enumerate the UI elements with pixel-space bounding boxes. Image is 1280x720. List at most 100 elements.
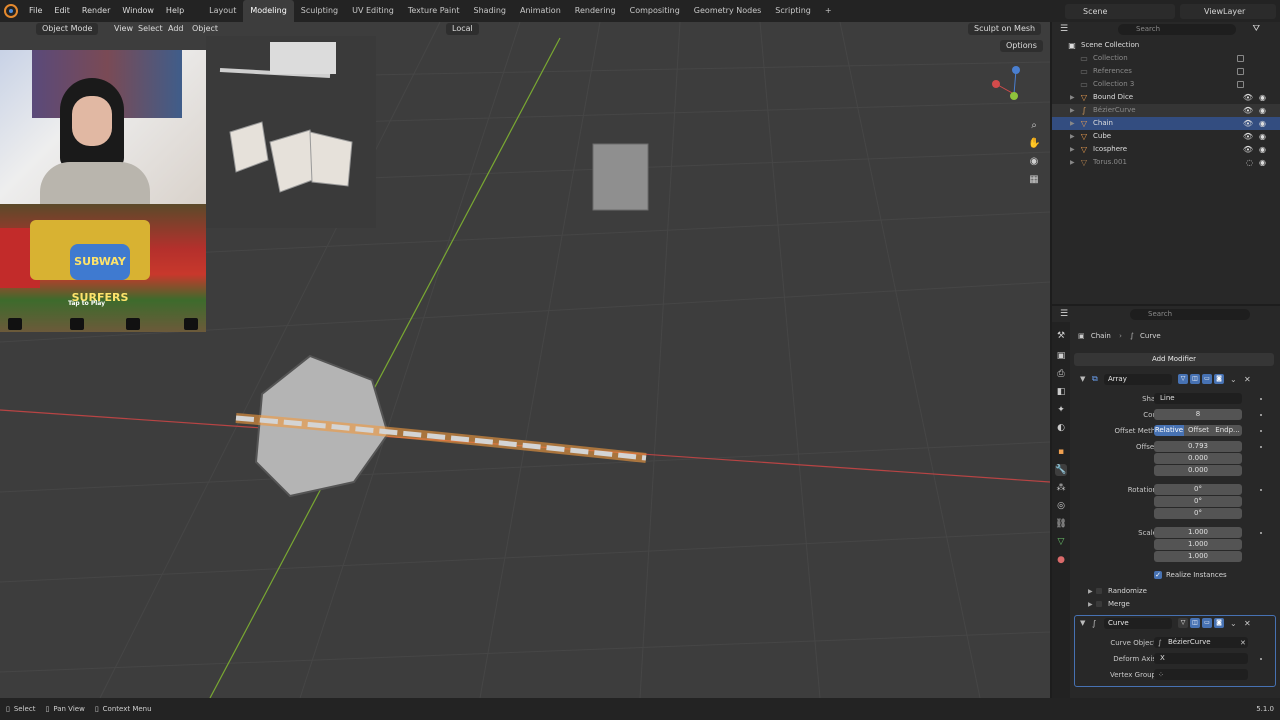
dropdown-chevron-icon[interactable]: ⌄ bbox=[1230, 619, 1237, 628]
collapse-arrow-icon[interactable]: ▼ bbox=[1080, 619, 1085, 627]
outliner-editor-icon[interactable]: ☰ bbox=[1060, 24, 1068, 34]
keyframe-dot[interactable] bbox=[1260, 489, 1262, 491]
relative-offset-button[interactable]: Relative bbox=[1154, 425, 1184, 436]
options-button[interactable]: Options bbox=[1000, 40, 1043, 52]
expand-arrow-icon[interactable]: ▶ bbox=[1070, 104, 1075, 117]
outliner-item-bound-dice[interactable]: ▶ ▽ Bound Dice 👁◉ bbox=[1052, 91, 1280, 104]
offset-y-field[interactable]: 0.000 bbox=[1154, 453, 1242, 464]
edit-cage-icon[interactable]: ▽ bbox=[1178, 374, 1188, 384]
visibility-icons[interactable]: 👁◉ bbox=[1243, 143, 1272, 156]
remove-modifier-icon[interactable]: ✕ bbox=[1244, 375, 1251, 384]
sculpt-on-mesh-button[interactable]: Sculpt on Mesh bbox=[968, 23, 1042, 35]
curve-modifier-header[interactable]: ▼ ∫ Curve ▽ ◫ ▭ ◙ ⌄ ✕ bbox=[1074, 616, 1276, 630]
scene-tab-icon[interactable]: ✦ bbox=[1055, 404, 1067, 416]
render-display-icon[interactable]: ◙ bbox=[1214, 374, 1224, 384]
outliner-item-cube[interactable]: ▶ ▽ Cube 👁◉ bbox=[1052, 130, 1280, 143]
keyframe-dot[interactable] bbox=[1260, 532, 1262, 534]
outliner-item-icosphere[interactable]: ▶ ▽ Icosphere 👁◉ bbox=[1052, 143, 1280, 156]
edit-mode-icon[interactable]: ◫ bbox=[1190, 374, 1200, 384]
expand-arrow-icon[interactable]: ▶ bbox=[1070, 143, 1075, 156]
expand-arrow-icon[interactable]: ▶ bbox=[1070, 156, 1075, 169]
data-tab-icon[interactable]: ▽ bbox=[1055, 536, 1067, 548]
world-tab-icon[interactable]: ◐ bbox=[1055, 422, 1067, 434]
array-modifier-name[interactable]: Array bbox=[1104, 373, 1172, 385]
menu-window[interactable]: Window bbox=[116, 0, 160, 22]
navigation-gizmo[interactable] bbox=[988, 64, 1038, 112]
outliner-search[interactable]: Search bbox=[1118, 24, 1236, 35]
remove-modifier-icon[interactable]: ✕ bbox=[1244, 619, 1251, 628]
view-layer-selector[interactable]: ViewLayer bbox=[1180, 4, 1276, 19]
outliner-root[interactable]: ▣ Scene Collection bbox=[1052, 39, 1280, 52]
count-field[interactable]: 8 bbox=[1154, 409, 1242, 420]
collection-checkbox[interactable] bbox=[1237, 55, 1244, 62]
offset-x-field[interactable]: 0.793 bbox=[1154, 441, 1242, 452]
keyframe-dot[interactable] bbox=[1260, 430, 1262, 432]
curve-object-field[interactable]: BézierCurve bbox=[1154, 637, 1248, 648]
outliner-item-beziercurve[interactable]: ▶ ∫ BézierCurve 👁◉ bbox=[1052, 104, 1280, 117]
rotation-y-field[interactable]: 0° bbox=[1154, 496, 1242, 507]
outliner-item-collection[interactable]: ▭ Collection bbox=[1052, 52, 1280, 65]
edit-mode-icon[interactable]: ◫ bbox=[1190, 618, 1200, 628]
object-tab-icon[interactable]: ▪ bbox=[1055, 446, 1067, 458]
visibility-icons[interactable]: 👁◉ bbox=[1243, 104, 1272, 117]
outliner-item-collection-3[interactable]: ▭ Collection 3 bbox=[1052, 78, 1280, 91]
material-tab-icon[interactable]: ● bbox=[1055, 554, 1067, 566]
scene-selector[interactable]: Scene bbox=[1065, 4, 1175, 19]
render-tab-icon[interactable]: ▣ bbox=[1055, 350, 1067, 362]
shape-dropdown[interactable]: Line bbox=[1154, 393, 1242, 404]
tab-scripting[interactable]: Scripting bbox=[768, 0, 818, 22]
tab-uv-editing[interactable]: UV Editing bbox=[345, 0, 401, 22]
transform-orientation[interactable]: Local bbox=[446, 23, 479, 35]
tab-rendering[interactable]: Rendering bbox=[568, 0, 623, 22]
visibility-icons[interactable]: 👁◉ bbox=[1243, 91, 1272, 104]
visibility-icons[interactable]: 👁◉ bbox=[1243, 117, 1272, 130]
outliner-item-chain[interactable]: ▶ ▽ Chain 👁◉ bbox=[1052, 117, 1280, 130]
outliner-item-torus[interactable]: ▶ ▽ Torus.001 ◌◉ bbox=[1052, 156, 1280, 169]
vertex-group-field[interactable] bbox=[1154, 669, 1248, 680]
keyframe-dot[interactable] bbox=[1260, 658, 1262, 660]
visibility-icons[interactable]: 👁◉ bbox=[1243, 130, 1272, 143]
merge-subpanel[interactable]: ▶ Merge bbox=[1088, 598, 1238, 610]
view-layer-tab-icon[interactable]: ◧ bbox=[1055, 386, 1067, 398]
expand-arrow-icon[interactable]: ▶ bbox=[1070, 91, 1075, 104]
blender-logo-icon[interactable] bbox=[4, 4, 18, 18]
tool-tab-icon[interactable]: ⚒ bbox=[1055, 330, 1067, 342]
keyframe-dot[interactable] bbox=[1260, 446, 1262, 448]
curve-modifier-name[interactable]: Curve bbox=[1104, 617, 1172, 629]
add-modifier-button[interactable]: Add Modifier bbox=[1074, 353, 1274, 366]
realize-instances-row[interactable]: ✓ Realize Instances bbox=[1154, 569, 1274, 581]
zoom-icon[interactable]: ⌕ bbox=[1028, 120, 1040, 132]
tab-geometry-nodes[interactable]: Geometry Nodes bbox=[687, 0, 768, 22]
collection-checkbox[interactable] bbox=[1237, 81, 1244, 88]
particles-tab-icon[interactable]: ⁂ bbox=[1055, 482, 1067, 494]
menu-file[interactable]: File bbox=[23, 0, 48, 22]
viewport-display-icon[interactable]: ▭ bbox=[1202, 374, 1212, 384]
rotation-z-field[interactable]: 0° bbox=[1154, 508, 1242, 519]
randomize-subpanel[interactable]: ▶ Randomize bbox=[1088, 585, 1238, 597]
randomize-checkbox[interactable] bbox=[1096, 588, 1102, 594]
edit-cage-icon[interactable]: ▽ bbox=[1178, 618, 1188, 628]
keyframe-dot[interactable] bbox=[1260, 398, 1262, 400]
offset-z-field[interactable]: 0.000 bbox=[1154, 465, 1242, 476]
constant-offset-button[interactable]: Offset bbox=[1184, 425, 1213, 436]
scale-z-field[interactable]: 1.000 bbox=[1154, 551, 1242, 562]
menu-help[interactable]: Help bbox=[160, 0, 190, 22]
menu-render[interactable]: Render bbox=[76, 0, 116, 22]
pan-hand-icon[interactable]: ✋ bbox=[1028, 138, 1040, 150]
camera-icon[interactable]: ◉ bbox=[1028, 156, 1040, 168]
deform-axis-dropdown[interactable]: X bbox=[1154, 653, 1248, 664]
menu-object[interactable]: Object bbox=[186, 23, 224, 35]
expand-arrow-icon[interactable]: ▶ bbox=[1070, 117, 1075, 130]
collapse-arrow-icon[interactable]: ▼ bbox=[1080, 375, 1085, 383]
add-workspace-button[interactable]: + bbox=[818, 0, 839, 22]
tab-compositing[interactable]: Compositing bbox=[623, 0, 687, 22]
render-display-icon[interactable]: ◙ bbox=[1214, 618, 1224, 628]
dropdown-chevron-icon[interactable]: ⌄ bbox=[1230, 375, 1237, 384]
expand-arrow-icon[interactable]: ▶ bbox=[1088, 588, 1093, 595]
scale-y-field[interactable]: 1.000 bbox=[1154, 539, 1242, 550]
tab-texture-paint[interactable]: Texture Paint bbox=[401, 0, 467, 22]
mode-selector[interactable]: Object Mode bbox=[36, 23, 99, 35]
merge-checkbox[interactable] bbox=[1096, 601, 1102, 607]
3d-viewport[interactable]: Object Mode View Select Add Object Local… bbox=[0, 22, 1050, 698]
tab-layout[interactable]: Layout bbox=[202, 0, 243, 22]
